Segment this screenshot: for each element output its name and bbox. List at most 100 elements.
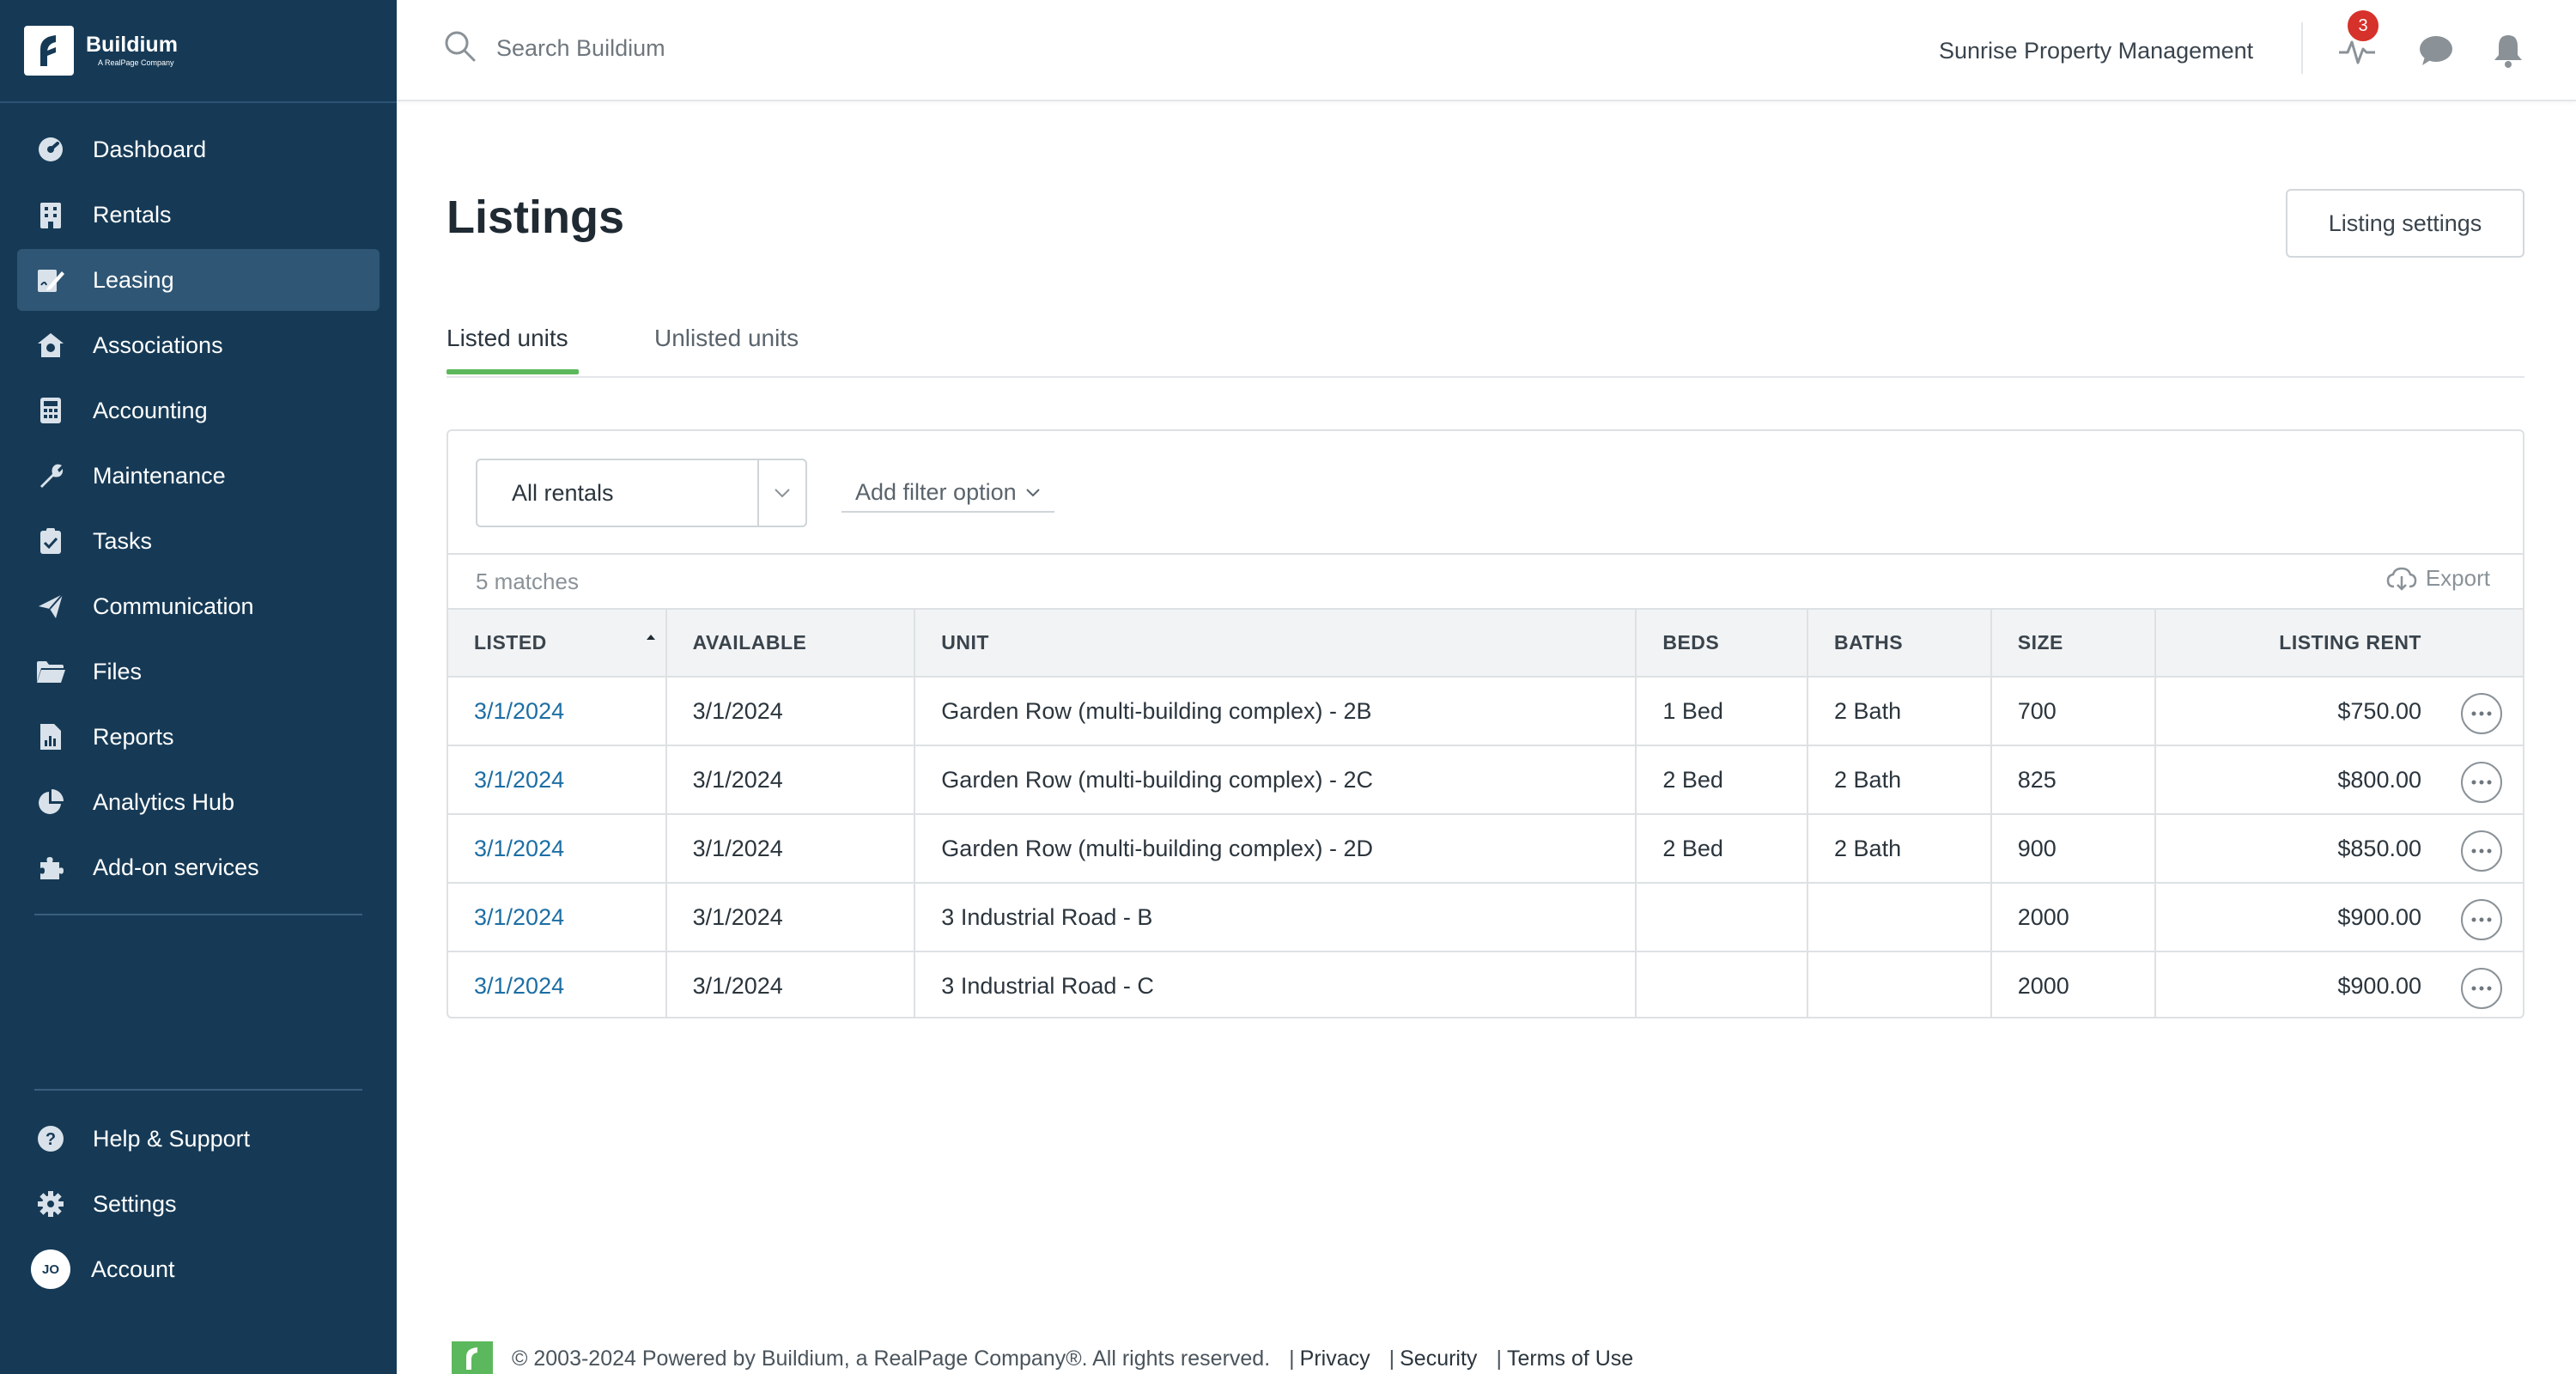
row-actions-button[interactable] bbox=[2461, 830, 2502, 872]
sidebar-item-communication[interactable]: Communication bbox=[17, 575, 380, 637]
column-header-beds[interactable]: BEDS bbox=[1636, 610, 1809, 678]
sidebar-item-settings[interactable]: Settings bbox=[17, 1173, 380, 1235]
sidebar-item-label: Help & Support bbox=[93, 1125, 251, 1152]
listed-date-link[interactable]: 3/1/2024 bbox=[474, 698, 564, 724]
baths-value: 2 Bath bbox=[1807, 814, 1992, 884]
baths-value: 2 Bath bbox=[1807, 677, 1992, 746]
organization-name[interactable]: Sunrise Property Management bbox=[1939, 38, 2253, 64]
sidebar-item-account[interactable]: JO Account bbox=[17, 1238, 380, 1300]
listing-rent-cell: $900.00 bbox=[2155, 951, 2523, 1017]
sidebar-item-associations[interactable]: Associations bbox=[17, 314, 380, 376]
column-header-listing-rent[interactable]: LISTING RENT bbox=[2155, 610, 2523, 678]
sidebar-item-label: Maintenance bbox=[93, 462, 226, 489]
listing-rent-cell: $900.00 bbox=[2155, 883, 2523, 952]
cloud-download-icon bbox=[2386, 567, 2417, 591]
unit-name: Garden Row (multi-building complex) - 2D bbox=[914, 814, 1637, 884]
rental-filter-select[interactable]: All rentals bbox=[476, 459, 807, 527]
associations-icon bbox=[36, 331, 65, 360]
footer-separator: | bbox=[1496, 1346, 1502, 1371]
sidebar-item-label: Accounting bbox=[93, 397, 208, 423]
rental-filter-value: All rentals bbox=[512, 479, 614, 506]
sidebar-item-add-on-services[interactable]: Add-on services bbox=[17, 836, 380, 898]
folder-icon bbox=[36, 657, 65, 686]
listings-panel: All rentals Add filter option 5 matches … bbox=[447, 429, 2524, 1018]
listed-date-link[interactable]: 3/1/2024 bbox=[474, 973, 564, 999]
export-button[interactable]: Export bbox=[2386, 565, 2490, 592]
match-count: 5 matches bbox=[476, 568, 579, 594]
notification-count-badge: 3 bbox=[2346, 9, 2380, 43]
more-horizontal-icon bbox=[2471, 711, 2492, 716]
available-date: 3/1/2024 bbox=[665, 677, 916, 746]
table-header-row: LISTED AVAILABLE UNIT BEDS BATHS SIZE LI… bbox=[448, 610, 2523, 678]
sidebar-item-reports[interactable]: Reports bbox=[17, 706, 380, 768]
sidebar-item-files[interactable]: Files bbox=[17, 641, 380, 702]
sidebar-item-leasing[interactable]: Leasing bbox=[17, 249, 380, 311]
filter-bar: All rentals Add filter option bbox=[448, 431, 2523, 555]
tab-unlisted-units[interactable]: Unlisted units bbox=[654, 325, 799, 352]
footer-link-security[interactable]: Security bbox=[1400, 1347, 1477, 1371]
row-actions-button[interactable] bbox=[2461, 899, 2502, 940]
unit-name: Garden Row (multi-building complex) - 2C bbox=[914, 745, 1637, 815]
tab-listed-units[interactable]: Listed units bbox=[447, 325, 568, 352]
table-row: 3/1/2024 3/1/2024 Garden Row (multi-buil… bbox=[448, 814, 2523, 884]
listing-settings-button[interactable]: Listing settings bbox=[2286, 189, 2524, 258]
column-header-listed[interactable]: LISTED bbox=[448, 610, 667, 678]
sidebar-item-maintenance[interactable]: Maintenance bbox=[17, 445, 380, 507]
row-actions-button[interactable] bbox=[2461, 762, 2502, 803]
available-date: 3/1/2024 bbox=[665, 745, 916, 815]
add-filter-option[interactable]: Add filter option bbox=[841, 479, 1054, 513]
footer-link-terms-of-use[interactable]: Terms of Use bbox=[1507, 1347, 1633, 1371]
brand-logo[interactable]: Buildium A RealPage Company bbox=[24, 26, 178, 76]
sidebar-item-label: Add-on services bbox=[93, 854, 259, 880]
sidebar-item-label: Analytics Hub bbox=[93, 788, 235, 815]
column-header-unit[interactable]: UNIT bbox=[914, 610, 1637, 678]
page-title: Listings bbox=[447, 192, 625, 243]
available-date: 3/1/2024 bbox=[665, 814, 916, 884]
listing-rent-value: $900.00 bbox=[2337, 973, 2421, 999]
listing-rent-value: $900.00 bbox=[2337, 903, 2421, 930]
table-row: 3/1/2024 3/1/2024 Garden Row (multi-buil… bbox=[448, 745, 2523, 815]
sidebar-item-tasks[interactable]: Tasks bbox=[17, 510, 380, 572]
size-value: 700 bbox=[1990, 677, 2157, 746]
row-actions-button[interactable] bbox=[2461, 968, 2502, 1009]
row-actions-button[interactable] bbox=[2461, 693, 2502, 734]
activity-button[interactable]: 3 bbox=[2337, 9, 2380, 70]
sidebar-item-label: Communication bbox=[93, 593, 254, 619]
notifications-button[interactable] bbox=[2488, 31, 2528, 70]
search-input[interactable] bbox=[496, 35, 1012, 62]
available-date: 3/1/2024 bbox=[665, 883, 916, 952]
available-date: 3/1/2024 bbox=[665, 951, 916, 1017]
listed-date-link[interactable]: 3/1/2024 bbox=[474, 767, 564, 793]
svg-text:?: ? bbox=[46, 1130, 56, 1149]
clipboard-icon bbox=[36, 526, 65, 556]
table-row: 3/1/2024 3/1/2024 3 Industrial Road - B … bbox=[448, 883, 2523, 952]
column-header-size[interactable]: SIZE bbox=[1990, 610, 2157, 678]
sidebar-item-label: Tasks bbox=[93, 527, 153, 554]
column-header-available[interactable]: AVAILABLE bbox=[665, 610, 916, 678]
sidebar-item-label: Reports bbox=[93, 723, 174, 750]
sidebar-item-dashboard[interactable]: Dashboard bbox=[17, 119, 380, 180]
listing-rent-cell: $850.00 bbox=[2155, 814, 2523, 884]
footer: © 2003-2024 Powered by Buildium, a RealP… bbox=[452, 1341, 1633, 1374]
listings-table: LISTED AVAILABLE UNIT BEDS BATHS SIZE LI… bbox=[448, 610, 2523, 1017]
sidebar-item-analytics-hub[interactable]: Analytics Hub bbox=[17, 771, 380, 833]
chat-bubble-icon bbox=[2420, 36, 2452, 65]
help-icon: ? bbox=[36, 1124, 65, 1153]
listed-date-link[interactable]: 3/1/2024 bbox=[474, 836, 564, 861]
listing-rent-value: $750.00 bbox=[2337, 697, 2421, 724]
listed-date-link[interactable]: 3/1/2024 bbox=[474, 904, 564, 930]
sidebar-item-rentals[interactable]: Rentals bbox=[17, 184, 380, 246]
more-horizontal-icon bbox=[2471, 986, 2492, 991]
messages-button[interactable] bbox=[2416, 31, 2456, 70]
chevron-down-icon bbox=[1025, 488, 1040, 496]
table-row: 3/1/2024 3/1/2024 3 Industrial Road - C … bbox=[448, 951, 2523, 1017]
sort-ascending-icon bbox=[646, 635, 655, 640]
search-icon[interactable] bbox=[443, 29, 477, 68]
paper-plane-icon bbox=[36, 592, 65, 621]
footer-link-privacy[interactable]: Privacy bbox=[1300, 1347, 1370, 1371]
column-header-baths[interactable]: BATHS bbox=[1807, 610, 1992, 678]
sidebar-item-help-support[interactable]: ? Help & Support bbox=[17, 1108, 380, 1170]
active-tab-indicator bbox=[447, 369, 579, 374]
sidebar-item-accounting[interactable]: Accounting bbox=[17, 380, 380, 441]
sidebar-item-label: Rentals bbox=[93, 201, 172, 228]
